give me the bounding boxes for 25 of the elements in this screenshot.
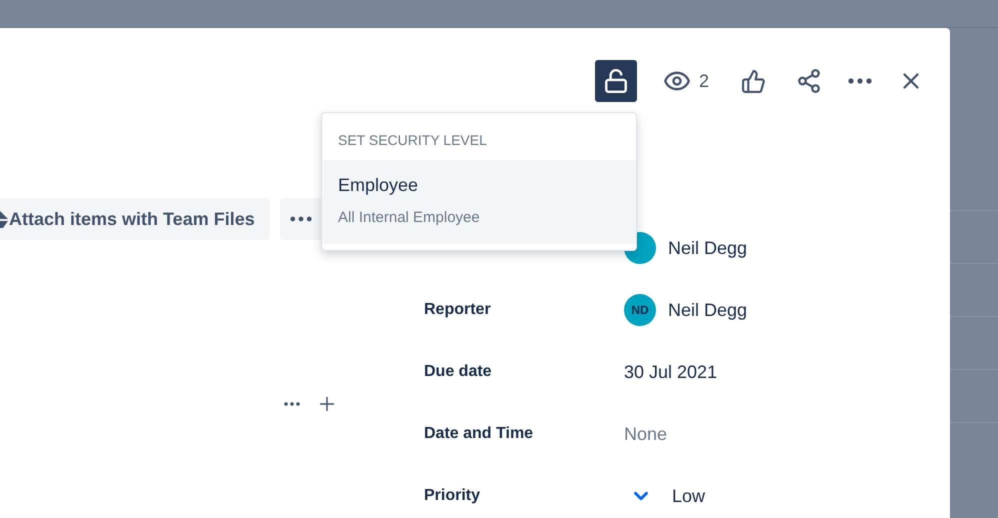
more-icon: [284, 402, 300, 406]
more-button[interactable]: [284, 402, 300, 406]
avatar: ND: [624, 294, 656, 326]
field-value: 30 Jul 2021: [624, 360, 718, 384]
more-button[interactable]: [280, 198, 322, 240]
field-value: Neil Degg: [668, 298, 748, 322]
field-label: Due date: [424, 362, 493, 382]
more-icon: [290, 216, 312, 222]
share-icon: [796, 68, 822, 94]
security-button[interactable]: [594, 60, 637, 102]
menu-heading: SET SECURITY LEVEL: [337, 131, 488, 150]
attach-button[interactable]: Attach items with Team Files: [0, 198, 270, 240]
unlocked-padlock-icon: [602, 68, 629, 94]
field-label: Reporter: [424, 300, 492, 320]
field-value: Low: [672, 484, 706, 508]
field-value: None: [624, 422, 668, 446]
watch-button[interactable]: 2: [662, 65, 709, 97]
menu-item-description: All Internal Employee: [338, 208, 481, 228]
field-label: Priority: [424, 486, 482, 506]
menu-item[interactable]: Employee All Internal Employee: [322, 160, 636, 244]
thumbs-up-icon: [741, 68, 766, 94]
menu-item-title: Employee: [338, 174, 420, 197]
field-value: Neil Degg: [668, 236, 748, 260]
more-icon: [848, 78, 872, 84]
field-label: Date and Time: [424, 424, 534, 444]
